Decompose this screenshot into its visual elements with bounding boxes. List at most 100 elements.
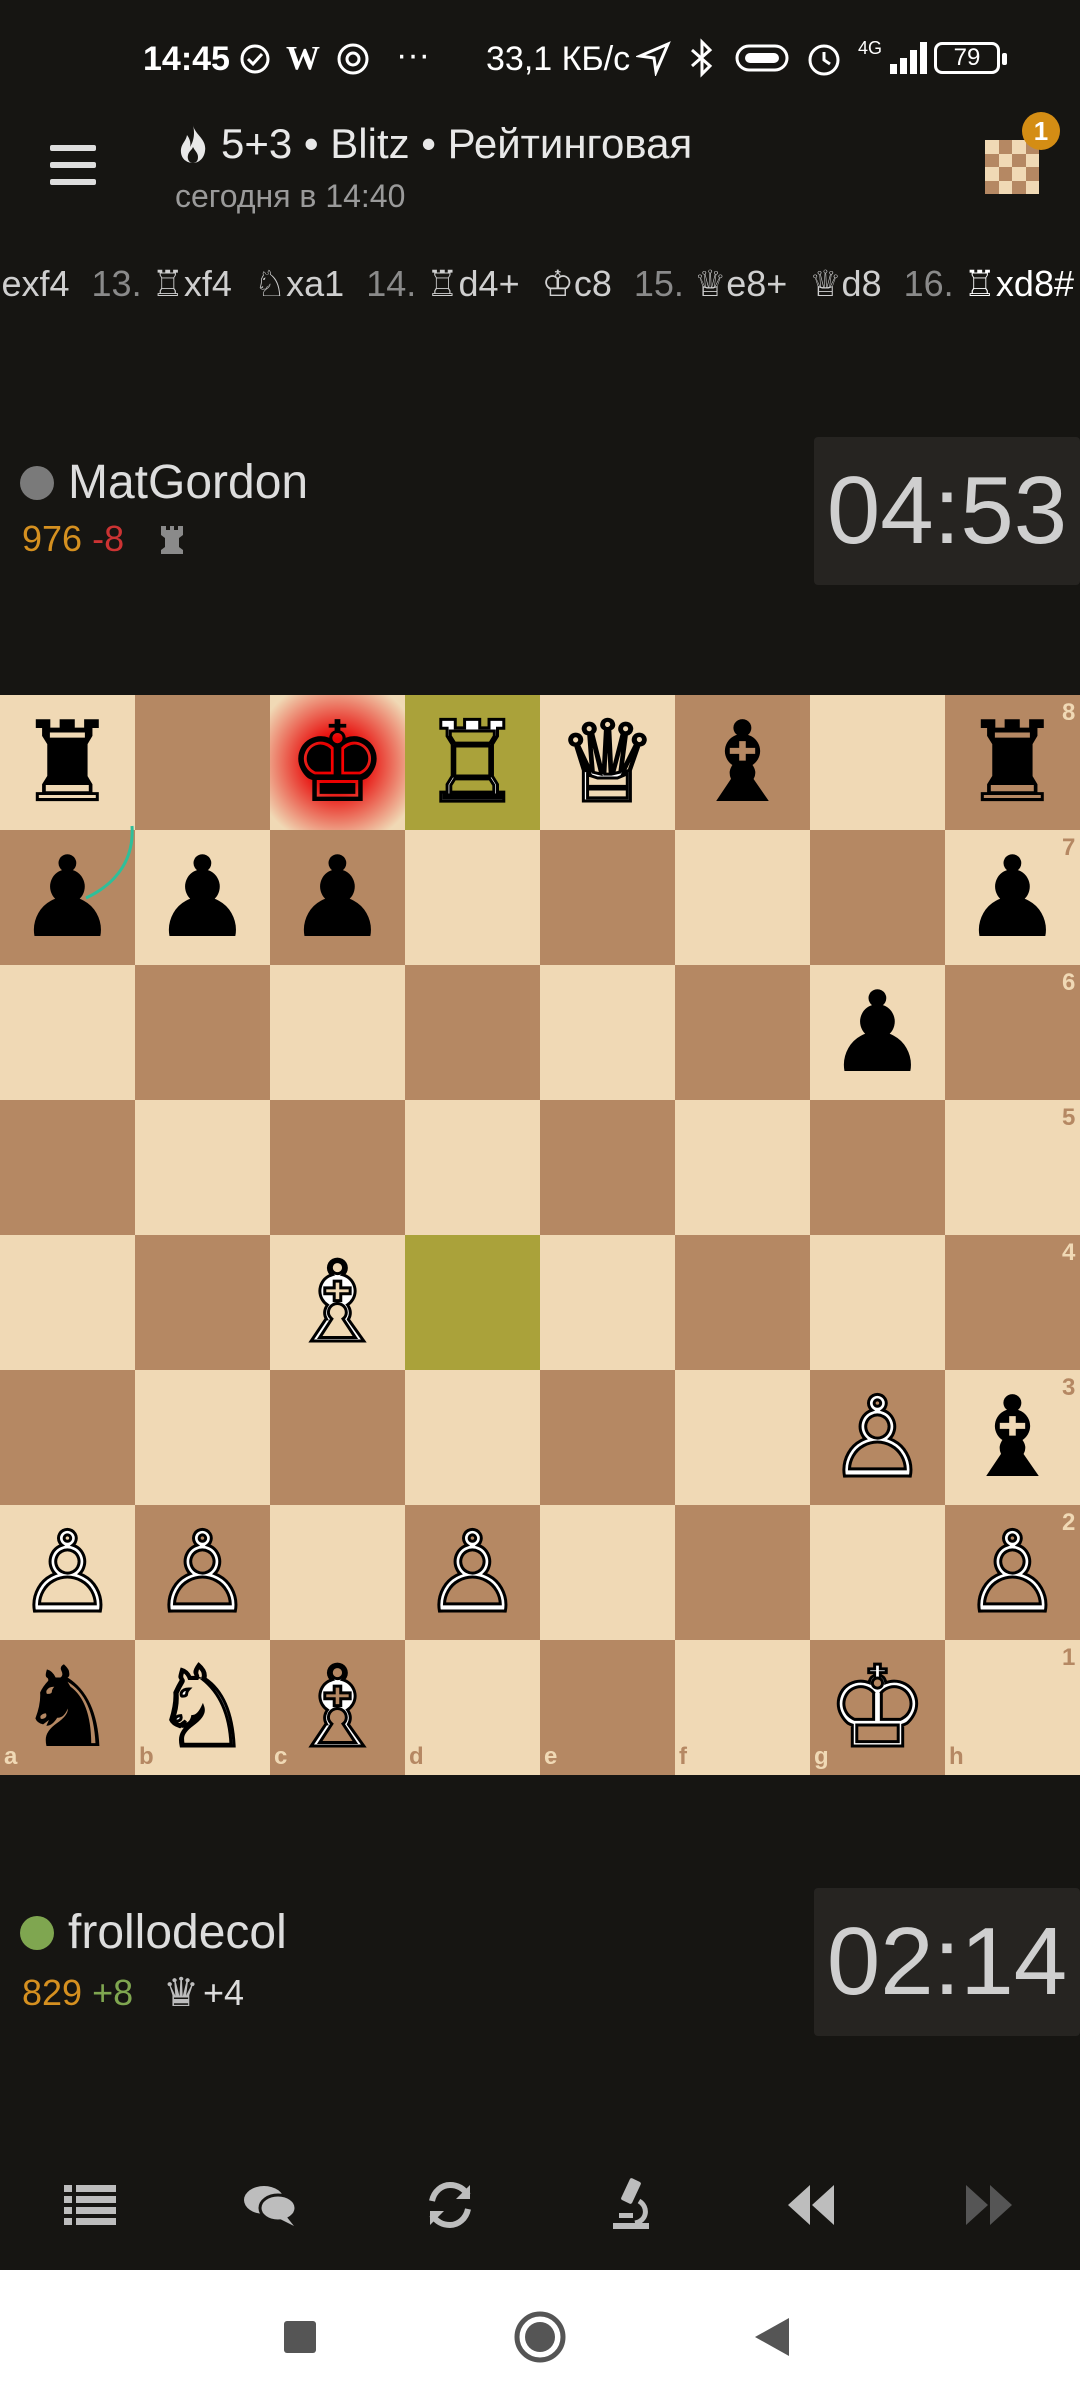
move[interactable]: ♖d4+ [426, 263, 519, 304]
move[interactable]: ♕e8+ [694, 263, 787, 304]
white-rook-d8[interactable]: ♖ [405, 695, 540, 830]
rank-label: 6 [1062, 969, 1076, 996]
black-bishop-f8[interactable]: ♝ [675, 695, 810, 830]
black-king-c8[interactable]: ♚ [270, 695, 405, 830]
black-pawn-h7[interactable]: ♟ [945, 830, 1080, 965]
square-d7[interactable] [405, 830, 540, 965]
square-d5[interactable] [405, 1100, 540, 1235]
square-h5[interactable] [945, 1100, 1080, 1235]
current-move[interactable]: ♖xd8# [964, 263, 1074, 304]
battery-saver-icon [735, 44, 789, 72]
white-pawn-h2[interactable]: ♙ [945, 1505, 1080, 1640]
square-g2[interactable] [810, 1505, 945, 1640]
black-pawn-c7[interactable]: ♟ [270, 830, 405, 965]
square-a3[interactable] [0, 1370, 135, 1505]
square-f5[interactable] [675, 1100, 810, 1235]
move[interactable]: ♕d8 [809, 263, 881, 304]
square-d6[interactable] [405, 965, 540, 1100]
white-knight-b1[interactable]: ♘ [135, 1640, 270, 1775]
opponent-rating-change: -8 [92, 518, 125, 559]
square-d4[interactable] [405, 1235, 540, 1370]
recent-apps-icon[interactable] [283, 2320, 317, 2354]
square-h6[interactable] [945, 965, 1080, 1100]
square-g4[interactable] [810, 1235, 945, 1370]
square-c6[interactable] [270, 965, 405, 1100]
board-icon[interactable] [985, 140, 1039, 194]
square-h4[interactable] [945, 1235, 1080, 1370]
square-d1[interactable] [405, 1640, 540, 1775]
captured-queen-icon: ♛ [163, 1970, 199, 2016]
battery-icon: 79 [934, 42, 1007, 74]
move-list[interactable]: f4exf413.♖xf4♘xa114.♖d4+♔c815.♕e8+♕d816.… [0, 255, 1080, 315]
square-f7[interactable] [675, 830, 810, 965]
black-rook-h8[interactable]: ♜ [945, 695, 1080, 830]
back-icon[interactable] [753, 2316, 791, 2358]
square-e6[interactable] [540, 965, 675, 1100]
square-f1[interactable] [675, 1640, 810, 1775]
black-pawn-b7[interactable]: ♟ [135, 830, 270, 965]
flip-board-button[interactable] [405, 2160, 495, 2250]
white-queen-e8[interactable]: ♕ [540, 695, 675, 830]
board-icon-square [1012, 180, 1026, 194]
menu-icon[interactable] [50, 145, 96, 185]
black-knight-a1[interactable]: ♞ [0, 1640, 135, 1775]
square-e4[interactable] [540, 1235, 675, 1370]
analysis-button[interactable] [585, 2160, 675, 2250]
square-g8[interactable] [810, 695, 945, 830]
file-label: f [679, 1743, 687, 1770]
chat-button[interactable] [225, 2160, 315, 2250]
square-d3[interactable] [405, 1370, 540, 1505]
square-c5[interactable] [270, 1100, 405, 1235]
move[interactable]: ♔c8 [542, 263, 612, 304]
next-move-button[interactable] [945, 2160, 1035, 2250]
square-e2[interactable] [540, 1505, 675, 1640]
signal-icon [876, 38, 927, 74]
square-a6[interactable] [0, 965, 135, 1100]
square-b3[interactable] [135, 1370, 270, 1505]
white-bishop-c1[interactable]: ♗ [270, 1640, 405, 1775]
square-b4[interactable] [135, 1235, 270, 1370]
square-g5[interactable] [810, 1100, 945, 1235]
square-e7[interactable] [540, 830, 675, 965]
black-rook-a8[interactable]: ♜ [0, 695, 135, 830]
white-king-g1[interactable]: ♔ [810, 1640, 945, 1775]
white-bishop-c4[interactable]: ♗ [270, 1235, 405, 1370]
blitz-fire-icon [180, 125, 206, 163]
previous-move-button[interactable] [765, 2160, 855, 2250]
square-b6[interactable] [135, 965, 270, 1100]
player-name-row[interactable]: frollodecol [20, 1905, 287, 1960]
move[interactable]: ♘xa1 [254, 263, 344, 304]
file-label: h [949, 1743, 964, 1770]
board-icon-square [985, 140, 999, 154]
move[interactable]: ♖xf4 [152, 263, 232, 304]
home-icon[interactable] [513, 2310, 567, 2364]
square-f2[interactable] [675, 1505, 810, 1640]
square-f6[interactable] [675, 965, 810, 1100]
white-pawn-d2[interactable]: ♙ [405, 1505, 540, 1640]
black-bishop-h3[interactable]: ♝ [945, 1370, 1080, 1505]
square-c3[interactable] [270, 1370, 405, 1505]
rook-icon [161, 526, 184, 554]
square-c2[interactable] [270, 1505, 405, 1640]
opponent-name-row[interactable]: MatGordon [20, 455, 308, 510]
moves-list-button[interactable] [45, 2160, 135, 2250]
square-f4[interactable] [675, 1235, 810, 1370]
move[interactable]: exf4 [1, 263, 69, 304]
square-a4[interactable] [0, 1235, 135, 1370]
white-pawn-g3[interactable]: ♙ [810, 1370, 945, 1505]
square-h1[interactable] [945, 1640, 1080, 1775]
square-e5[interactable] [540, 1100, 675, 1235]
square-f3[interactable] [675, 1370, 810, 1505]
square-b8[interactable] [135, 695, 270, 830]
black-pawn-g6[interactable]: ♟ [810, 965, 945, 1100]
square-a5[interactable] [0, 1100, 135, 1235]
square-e3[interactable] [540, 1370, 675, 1505]
chess-board[interactable]: 8 7 6 5 4 3 2 1 a b c d e f g h ♜ ♚ ♖ ♕ ♝ ♜ ♟ ♟ ♟ ♟ ♟ ♗ ♙ ♝ ♙ ♙ ♙ ♙ ♞ ♘ ♗ ♔ [0, 695, 1080, 1775]
game-title-text: 5+3 • Blitz • Рейтинговая [221, 120, 693, 167]
square-e1[interactable] [540, 1640, 675, 1775]
white-pawn-b2[interactable]: ♙ [135, 1505, 270, 1640]
square-g7[interactable] [810, 830, 945, 965]
white-pawn-a2[interactable]: ♙ [0, 1505, 135, 1640]
square-b5[interactable] [135, 1100, 270, 1235]
player-rating-row: 829 +8 ♛ +4 [22, 1970, 244, 2016]
